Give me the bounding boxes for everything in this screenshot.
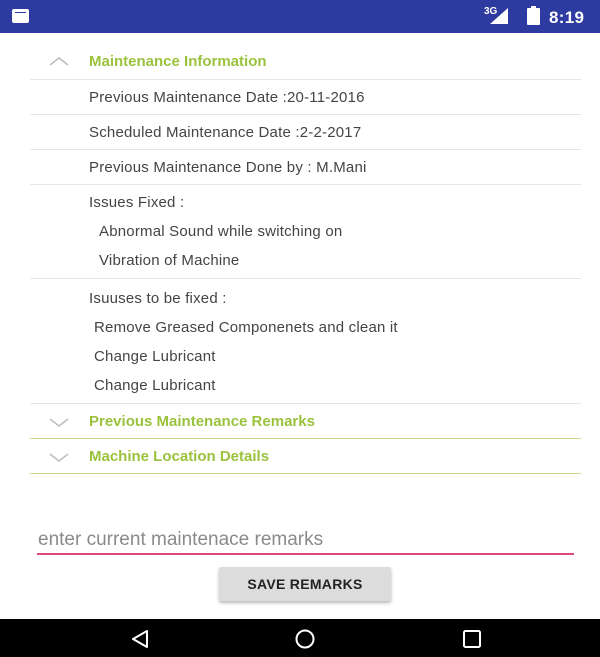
maintenance-remarks-input[interactable] [37,529,574,555]
scheduled-maintenance-date: Scheduled Maintenance Date :2-2-2017 [30,115,581,150]
navigation-bar [0,619,600,657]
issues-fixed-block: Issues Fixed : Abnormal Sound while swit… [30,185,581,279]
chevron-up-icon [49,56,69,66]
issues-fixed-label: Issues Fixed : [89,194,185,211]
battery-charging-icon [527,6,540,25]
expandable-list: Maintenance Information Previous Mainten… [30,42,581,474]
group-previous-maintenance-remarks[interactable]: Previous Maintenance Remarks [30,404,581,439]
recents-icon[interactable] [461,628,483,650]
issues-to-be-fixed-block: Isuuses to be fixed : Remove Greased Com… [30,279,581,404]
home-icon[interactable] [293,628,317,650]
previous-maintenance-date: Previous Maintenance Date :20-11-2016 [30,80,581,115]
list-item: Vibration of Machine [99,252,240,269]
list-item: Abnormal Sound while switching on [99,223,343,240]
group-title: Machine Location Details [89,448,270,465]
signal-icon [490,8,508,24]
list-item: Change Lubricant [94,348,216,365]
clock: 8:19 [549,8,585,27]
previous-maintenance-done-by: Previous Maintenance Done by : M.Mani [30,150,581,185]
back-icon[interactable] [129,628,151,650]
sim-card-icon [12,9,29,23]
group-machine-location-details[interactable]: Machine Location Details [30,439,581,474]
chevron-down-icon [49,418,69,428]
chevron-down-icon [49,453,69,463]
issues-to-be-fixed-label: Isuuses to be fixed : [89,290,227,307]
group-title: Maintenance Information [89,53,267,70]
save-remarks-button[interactable]: SAVE REMARKS [219,567,391,601]
list-item: Change Lubricant [94,377,216,394]
status-bar: 3G 8:19 [0,0,600,33]
list-item: Remove Greased Componenets and clean it [94,319,398,336]
group-maintenance-information[interactable]: Maintenance Information [30,42,581,80]
group-title: Previous Maintenance Remarks [89,413,315,430]
